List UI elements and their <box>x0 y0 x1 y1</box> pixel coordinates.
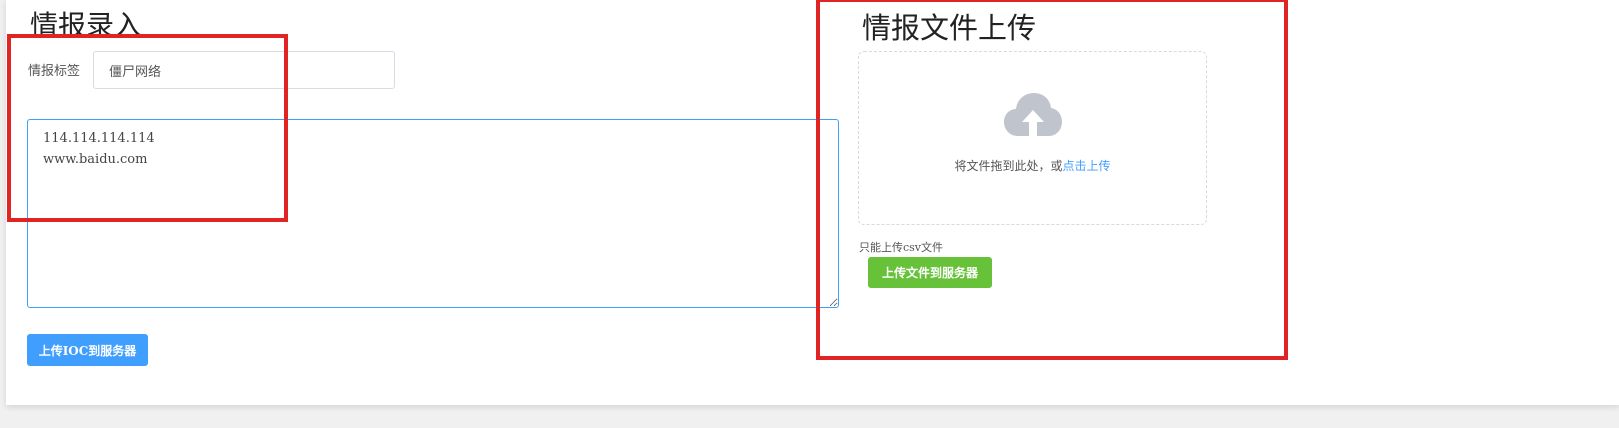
click-upload-link[interactable]: 点击上传 <box>1063 159 1111 173</box>
intel-tag-label: 情报标签 <box>28 64 81 79</box>
dropzone-hint: 将文件拖到此处，或 <box>954 159 1063 173</box>
intel-file-upload-title: 情报文件上传 <box>862 11 1037 45</box>
upload-file-button[interactable]: 上传文件到服务器 <box>868 257 992 288</box>
ioc-textarea[interactable]: 114.114.114.114 www.baidu.com <box>27 119 839 308</box>
cloud-upload-icon <box>1004 93 1062 136</box>
file-dropzone[interactable]: 将文件拖到此处，或点击上传 <box>858 51 1207 225</box>
intel-tag-input[interactable] <box>93 51 395 89</box>
page: 情报录入 情报标签 114.114.114.114 www.baidu.com … <box>6 0 1619 405</box>
intel-entry-title: 情报录入 <box>30 9 143 42</box>
upload-ioc-button[interactable]: 上传IOC到服务器 <box>27 334 148 366</box>
dropzone-text: 将文件拖到此处，或点击上传 <box>859 158 1206 174</box>
upload-tip: 只能上传csv文件 <box>859 241 944 254</box>
